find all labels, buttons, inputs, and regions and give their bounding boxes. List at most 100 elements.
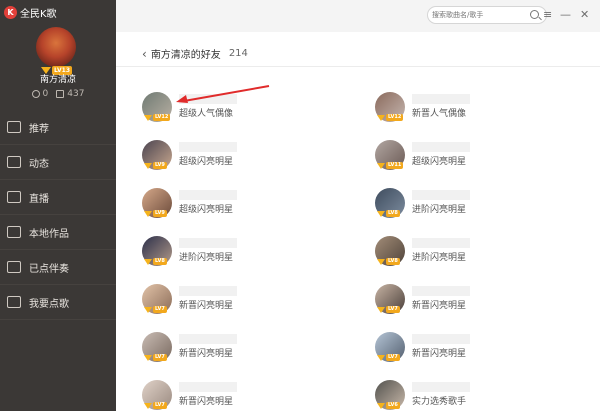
friend-level-badge: LV12 [377,114,404,121]
friend-level-badge: LV7 [377,306,400,313]
profile-avatar[interactable]: LV13 [36,27,76,75]
sidebar-menu: 推荐 动态 直播 本地作品 已点伴奏 我要点歌 [0,110,116,320]
page-header: ‹ 南方清凉的好友 214 [142,46,248,62]
friend-item[interactable]: LV12 新晋人气偶像 [375,92,575,128]
annotation-arrow [176,85,270,103]
crown-icon [377,258,385,265]
friend-level-badge: LV9 [144,210,167,217]
music-list-icon [7,261,21,273]
avatar [36,27,76,67]
friend-item[interactable]: LV7 新晋闪亮明星 [142,332,342,368]
page-title: 南方清凉的好友 [150,50,221,61]
sidebar-item-request-song[interactable]: 我要点歌 [0,285,116,320]
sidebar-item-label: 推荐 [29,123,49,135]
friend-title: 超级人气偶像 [179,109,234,119]
menu-button[interactable]: ≡ [543,9,552,21]
crown-icon [144,402,152,409]
live-icon [7,191,21,203]
friend-title: 进阶闪亮明星 [412,205,467,215]
profile-username[interactable]: 南方清凉 [0,72,116,85]
close-button[interactable]: ✕ [580,9,589,21]
friend-level-badge: LV7 [377,354,400,361]
friend-name-blurred[interactable] [412,334,470,344]
friend-item[interactable]: LV9 超级闪亮明星 [142,140,342,176]
sidebar-item-feed[interactable]: 动态 [0,145,116,180]
friend-title: 新晋闪亮明星 [179,397,234,407]
monitor-icon [7,226,21,238]
friend-title: 实力选秀歌手 [412,397,467,407]
app-name: 全民K歌 [20,8,57,20]
friend-item[interactable]: LV8 进阶闪亮明星 [375,188,575,224]
friend-level-badge: LV8 [377,258,400,265]
friend-level: LV8 [153,258,167,265]
top-bar: ≡ — ✕ [116,0,600,32]
back-arrow-icon[interactable]: ‹ [142,47,147,61]
friend-title: 进阶闪亮明星 [179,253,234,263]
sidebar-item-label: 动态 [29,158,49,170]
stat-a[interactable]: 0 [31,89,49,99]
friend-name-blurred[interactable] [179,334,237,344]
app-logo-icon: K [4,5,17,19]
friend-item[interactable]: LV7 新晋闪亮明星 [375,332,575,368]
friend-title: 新晋人气偶像 [412,109,467,119]
crown-icon [377,354,385,361]
crown-icon [144,306,152,313]
bell-icon [7,296,21,308]
friend-item[interactable]: LV7 新晋闪亮明星 [375,284,575,320]
friend-name-blurred[interactable] [179,190,237,200]
sidebar: K 全民K歌 LV13 南方清凉 0 437 推荐 动态 直播 本地作品 已点伴… [0,0,116,411]
friend-title: 新晋闪亮明星 [179,301,234,311]
friend-item[interactable]: LV9 超级闪亮明星 [142,188,342,224]
sidebar-item-accompaniments[interactable]: 已点伴奏 [0,250,116,285]
search-box [427,6,547,24]
friend-level: LV9 [153,162,167,169]
friend-item[interactable]: LV8 进阶闪亮明星 [375,236,575,272]
friend-name-blurred[interactable] [412,286,470,296]
friend-name-blurred[interactable] [412,94,470,104]
sidebar-item-recommend[interactable]: 推荐 [0,110,116,145]
friend-item[interactable]: LV8 进阶闪亮明星 [142,236,342,272]
crown-icon [144,258,152,265]
crown-icon [144,210,152,217]
friend-name-blurred[interactable] [179,142,237,152]
sidebar-item-local-works[interactable]: 本地作品 [0,215,116,250]
search-input[interactable] [432,9,528,21]
sidebar-item-label: 我要点歌 [29,298,69,310]
friend-level: LV8 [386,210,400,217]
friend-count: 214 [228,48,248,59]
thumb-up-icon [7,121,21,133]
friend-level: LV6 [386,402,400,409]
friend-level: LV7 [153,354,167,361]
friend-title: 进阶闪亮明星 [412,253,467,263]
crown-icon [377,306,385,313]
friend-name-blurred[interactable] [412,238,470,248]
sidebar-item-label: 直播 [29,193,49,205]
crown-icon [144,162,152,169]
sidebar-item-label: 本地作品 [29,228,69,240]
friend-name-blurred[interactable] [179,286,237,296]
friend-title: 新晋闪亮明星 [412,349,467,359]
friend-title: 新晋闪亮明星 [179,349,234,359]
friend-item[interactable]: LV11 超级闪亮明星 [375,140,575,176]
friend-level: LV11 [386,162,404,169]
friend-name-blurred[interactable] [412,142,470,152]
friend-level: LV12 [153,114,171,121]
friend-name-blurred[interactable] [179,382,237,392]
chat-icon [7,156,21,168]
friend-name-blurred[interactable] [412,382,470,392]
sidebar-item-live[interactable]: 直播 [0,180,116,215]
friend-name-blurred[interactable] [179,238,237,248]
flower-icon [56,90,65,98]
coin-icon [31,90,40,98]
stat-a-value: 0 [42,89,49,99]
friend-name-blurred[interactable] [412,190,470,200]
stat-b-value: 437 [67,89,85,99]
crown-icon [377,114,385,121]
friend-level: LV12 [386,114,404,121]
friend-level-badge: LV8 [377,210,400,217]
stat-b[interactable]: 437 [56,89,84,99]
crown-icon [377,402,385,409]
search-icon[interactable] [530,10,539,19]
minimize-button[interactable]: — [560,9,571,21]
friend-item[interactable]: LV7 新晋闪亮明星 [142,284,342,320]
